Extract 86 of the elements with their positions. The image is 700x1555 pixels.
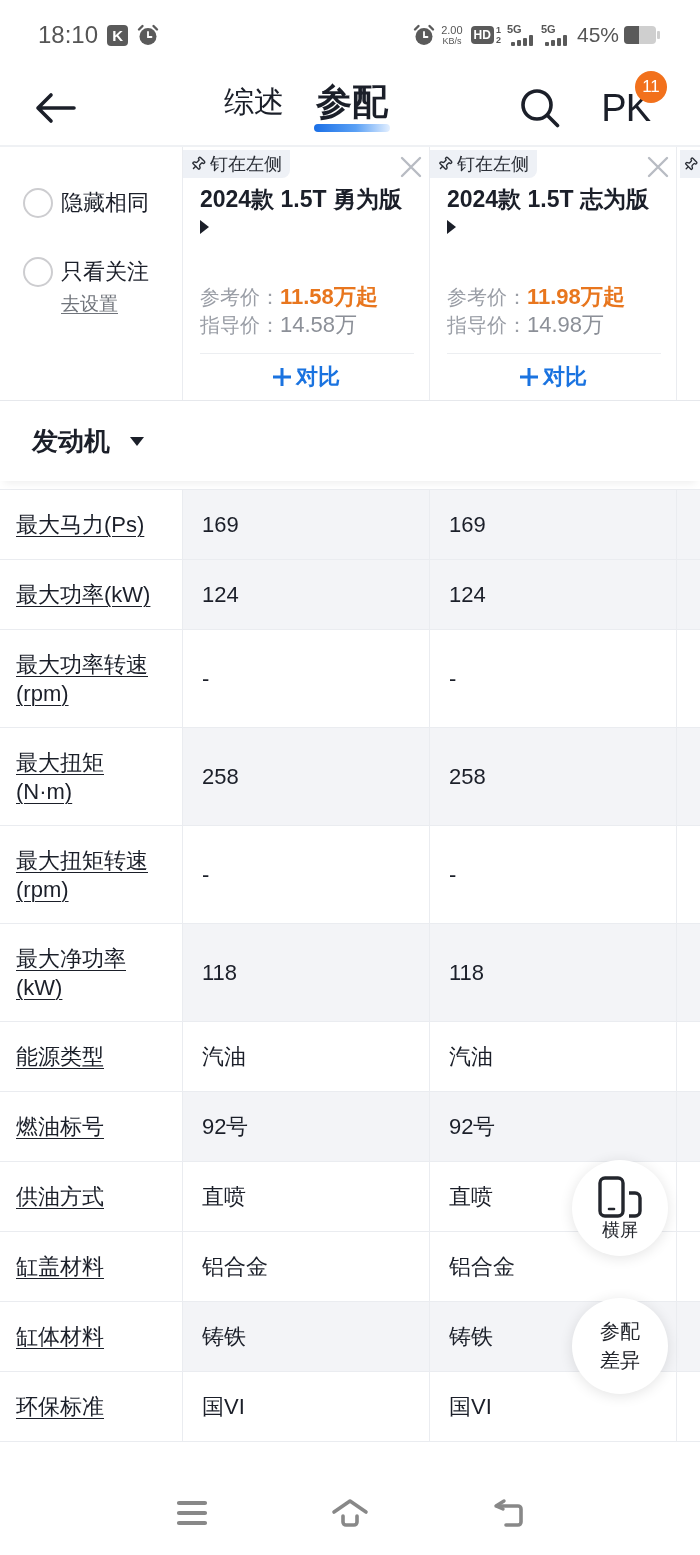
spec-value: 258 <box>449 763 486 791</box>
spec-value: 124 <box>449 581 486 609</box>
price-label: 参考价： <box>447 285 527 310</box>
spec-value: 92号 <box>202 1113 249 1141</box>
network-speed: 2.00 <box>441 24 463 36</box>
signal-icon <box>542 35 569 46</box>
spec-value: 汽油 <box>202 1043 246 1071</box>
reference-price: 11.98万起 <box>527 283 625 311</box>
home-icon[interactable] <box>331 1498 369 1528</box>
close-button[interactable] <box>647 156 669 178</box>
price-label: 指导价： <box>200 313 280 338</box>
close-icon <box>400 156 422 178</box>
speed-unit: KB/s <box>442 35 462 46</box>
radio-icon[interactable] <box>23 257 53 287</box>
caret-down-icon <box>130 436 144 446</box>
caret-icon <box>447 220 456 234</box>
clock-time: 18:10 <box>38 21 99 49</box>
settings-link[interactable]: 去设置 <box>61 292 118 316</box>
guide-price: 14.98万 <box>527 311 605 339</box>
network-type: 5G <box>540 24 556 35</box>
spec-label[interactable]: 供油方式 <box>16 1182 104 1211</box>
spec-value: - <box>202 665 210 693</box>
price-label: 参考价： <box>200 285 280 310</box>
car-model-name[interactable]: 2024款 1.5T 志为版 <box>447 185 668 214</box>
spec-value: 258 <box>202 763 239 791</box>
tab[interactable]: 综述 <box>224 80 284 135</box>
reference-price: 11.58万起 <box>280 283 378 311</box>
network-type: 5G <box>506 24 522 35</box>
spec-label[interactable]: 能源类型 <box>16 1042 104 1071</box>
signal-icon <box>508 35 535 46</box>
pin-icon <box>189 155 207 173</box>
section-dropdown[interactable]: 发动机 <box>32 424 144 458</box>
caret-icon <box>200 220 209 234</box>
spec-value: 铸铁 <box>202 1323 246 1351</box>
back-arrow-icon[interactable] <box>34 91 76 124</box>
compare-button[interactable]: 对比 <box>272 360 340 394</box>
spec-value: 铝合金 <box>449 1253 515 1281</box>
spec-value: 直喷 <box>449 1183 493 1211</box>
pin-button[interactable] <box>680 150 700 178</box>
pin-icon <box>682 155 699 173</box>
plus-icon <box>519 367 539 387</box>
spec-value: - <box>202 861 210 889</box>
plus-icon <box>272 367 292 387</box>
spec-value: 169 <box>202 511 239 539</box>
spec-value: 铸铁 <box>449 1323 493 1351</box>
spec-value: - <box>449 861 457 889</box>
spec-value: 169 <box>449 511 486 539</box>
spec-value: 124 <box>202 581 239 609</box>
hd-badge: HD <box>470 26 494 44</box>
spec-value: 92号 <box>449 1113 496 1141</box>
compare-button[interactable]: 对比 <box>519 360 587 394</box>
close-button[interactable] <box>400 156 422 178</box>
spec-value: - <box>449 665 457 693</box>
sim-slot-number: 1 <box>495 25 501 35</box>
filter-option[interactable]: 只看关注 <box>23 257 182 287</box>
back-icon[interactable] <box>491 1498 525 1528</box>
guide-price: 14.58万 <box>280 311 358 339</box>
spec-value: 118 <box>202 959 238 987</box>
battery-icon <box>624 26 660 44</box>
spec-value: 铝合金 <box>202 1253 268 1281</box>
filter-option[interactable]: 隐藏相同 <box>23 188 182 218</box>
close-icon <box>647 156 669 178</box>
pin-left-button[interactable]: 钉在左侧 <box>430 150 537 178</box>
radio-icon[interactable] <box>23 188 53 218</box>
spec-value: 国VI <box>449 1393 492 1421</box>
spec-label[interactable]: 最大扭矩转速(rpm) <box>16 845 156 904</box>
pin-left-button[interactable]: 钉在左侧 <box>183 150 290 178</box>
alarm-clock-icon <box>413 24 436 46</box>
price-label: 指导价： <box>447 313 527 338</box>
tab[interactable]: 参配 <box>316 80 388 135</box>
spec-value: 国VI <box>202 1393 245 1421</box>
spec-label[interactable]: 缸盖材料 <box>16 1252 104 1281</box>
car-model-name[interactable]: 2024款 1.5T 勇为版 <box>200 185 421 214</box>
search-icon[interactable] <box>520 87 561 128</box>
menu-icon[interactable] <box>176 1500 208 1526</box>
pin-icon <box>436 155 454 173</box>
spec-value: 118 <box>449 959 485 987</box>
battery-percent: 45% <box>576 23 619 47</box>
sim-slot-number: 2 <box>495 35 501 45</box>
spec-value: 汽油 <box>449 1043 493 1071</box>
spec-value: 直喷 <box>202 1183 246 1211</box>
alarm-clock-icon <box>137 24 160 46</box>
phone-rotate-icon <box>598 1175 642 1218</box>
spec-label[interactable]: 最大功率转速(rpm) <box>16 649 156 708</box>
app-badge: K <box>107 24 129 46</box>
spec-label[interactable]: 环保标准 <box>16 1392 104 1421</box>
